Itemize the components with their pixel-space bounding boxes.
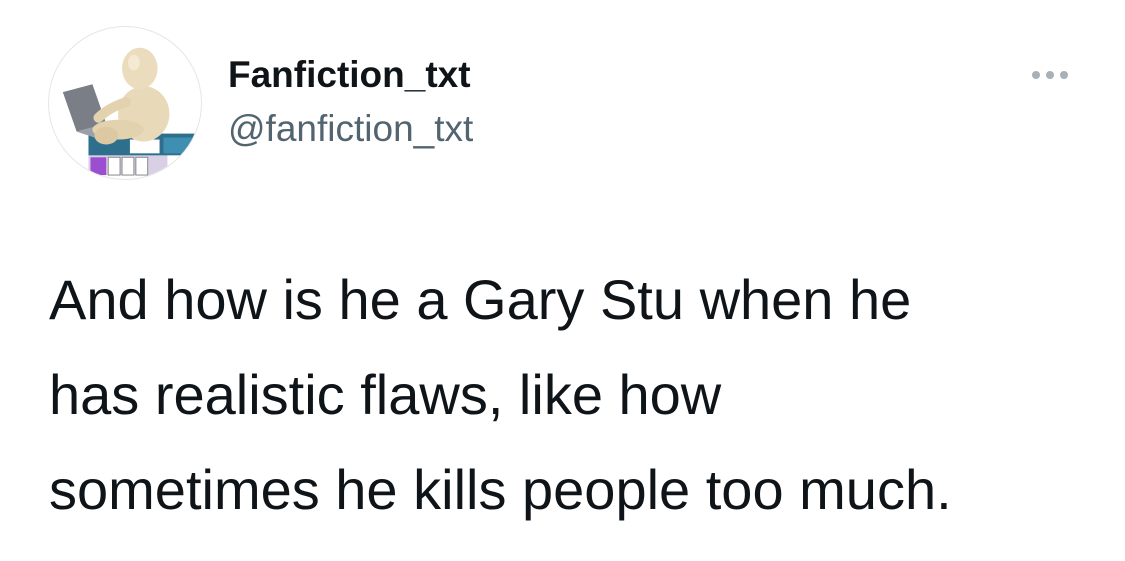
avatar[interactable] [48,26,202,180]
more-options-button[interactable] [1022,60,1078,90]
more-horizontal-icon [1060,71,1068,79]
user-handle[interactable]: @fanfiction_txt [228,106,473,152]
tweet-card: Fanfiction_txt @fanfiction_txt And how i… [0,0,1125,561]
tweet-text-line: sometimes he kills people too much. [49,458,952,521]
tweet-text: And how is he a Gary Stu when he has rea… [49,252,1089,537]
avatar-figure-laptop-icon [62,47,196,176]
more-horizontal-icon [1032,71,1040,79]
more-horizontal-icon [1046,71,1054,79]
tweet-text-line: And how is he a Gary Stu when he [49,268,912,331]
tweet-text-line: has realistic flaws, like how [49,363,722,426]
display-name[interactable]: Fanfiction_txt [228,52,471,98]
